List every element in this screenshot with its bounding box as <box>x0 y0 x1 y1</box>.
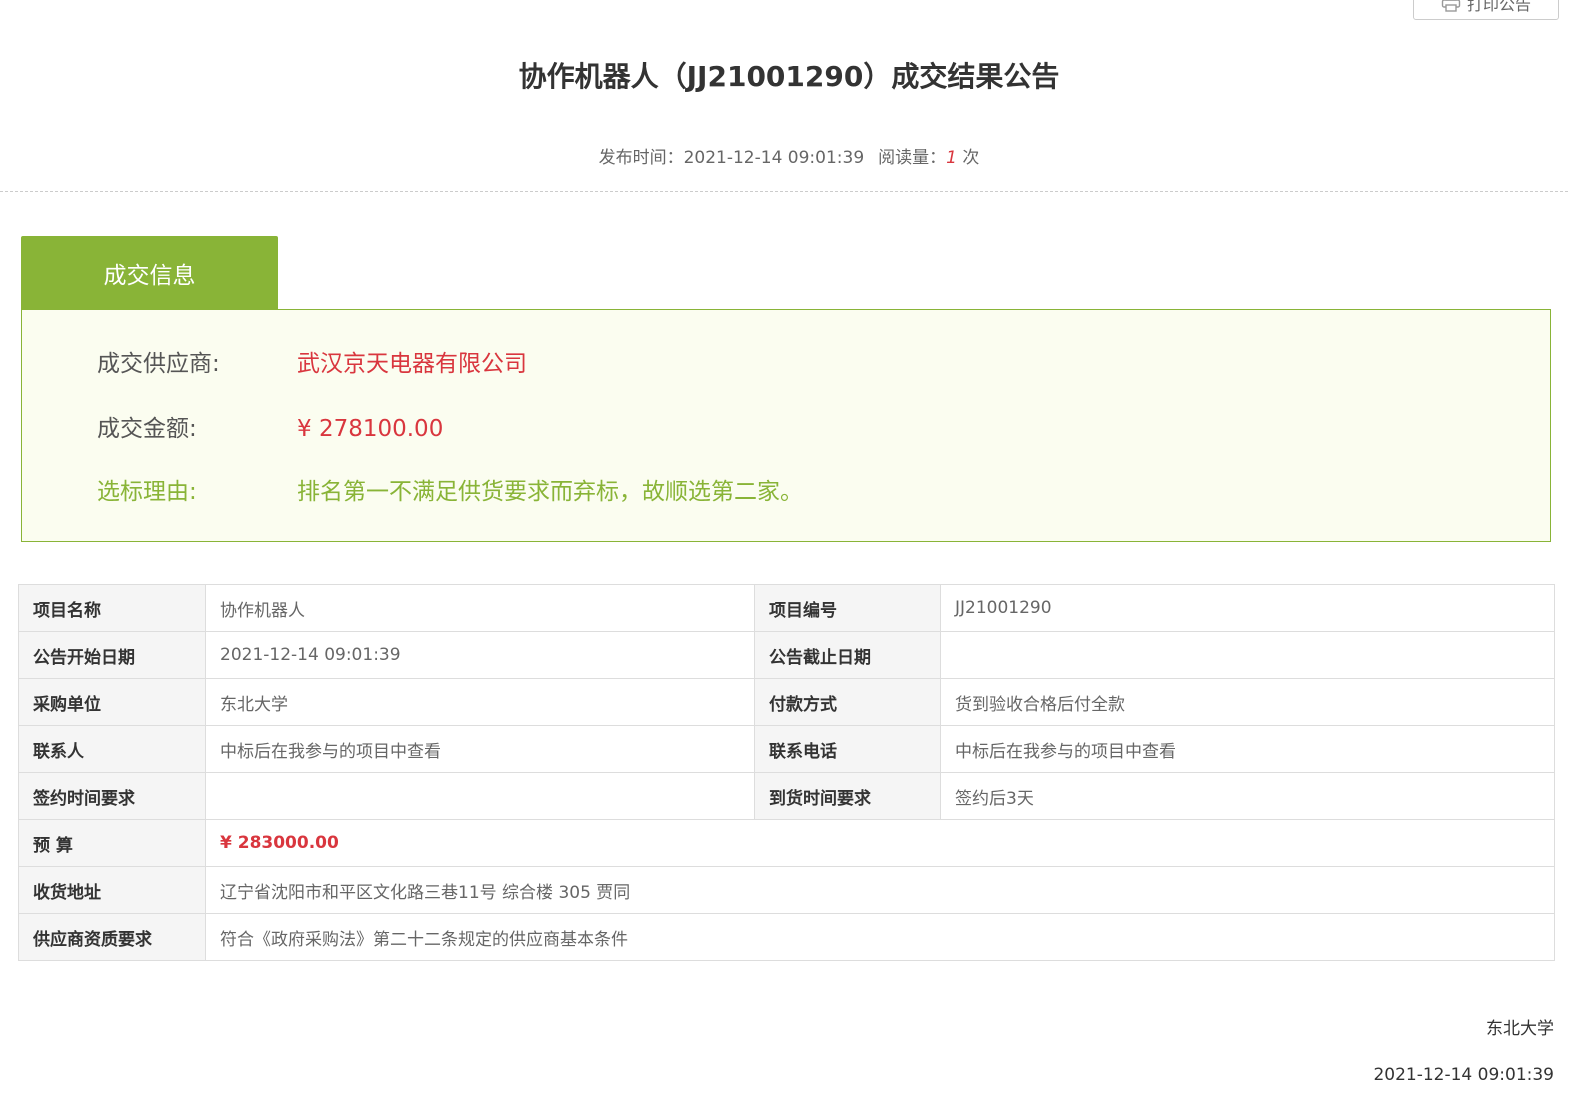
phone-label: 联系电话 <box>754 725 941 773</box>
read-count-unit: 次 <box>962 148 980 168</box>
table-row: 收货地址 辽宁省沈阳市和平区文化路三巷11号 综合楼 305 贾同 <box>18 866 1555 914</box>
print-announcement-label: 打印公告 <box>1466 0 1531 14</box>
qualification-label: 供应商资质要求 <box>18 913 206 961</box>
page-title: 协作机器人（JJ21001290）成交结果公告 <box>518 60 1060 93</box>
header-divider <box>0 191 1568 192</box>
deal-supplier-label: 成交供应商: <box>97 351 220 377</box>
deal-amount-label: 成交金额: <box>97 416 197 442</box>
deal-reason-row: 选标理由: 排名第一不满足供货要求而弃标，故顺选第二家。 <box>97 476 803 508</box>
publish-time: 2021-12-14 09:01:39 <box>683 148 865 168</box>
end-date-label: 公告截止日期 <box>754 631 941 679</box>
address-label: 收货地址 <box>18 866 206 914</box>
project-name-value: 协作机器人 <box>205 584 755 632</box>
printer-icon <box>1441 0 1461 12</box>
payment-label: 付款方式 <box>754 678 941 726</box>
read-count-label: 阅读量： <box>878 148 947 168</box>
announcement-meta: 发布时间：2021-12-14 09:01:39 阅读量：1 次 <box>0 146 1578 170</box>
budget-label: 预 算 <box>18 819 206 867</box>
deal-supplier-row: 成交供应商: 武汉京天电器有限公司 <box>97 348 527 380</box>
footer-date: 2021-12-14 09:01:39 <box>1373 1065 1554 1085</box>
buyer-value: 东北大学 <box>205 678 755 726</box>
project-details-table: 项目名称 协作机器人 项目编号 JJ21001290 公告开始日期 2021-1… <box>18 584 1555 961</box>
table-row: 供应商资质要求 符合《政府采购法》第二十二条规定的供应商基本条件 <box>18 913 1555 961</box>
start-date-label: 公告开始日期 <box>18 631 206 679</box>
deal-reason-label: 选标理由: <box>97 479 197 505</box>
deal-info-tab-label: 成交信息 <box>103 263 196 289</box>
read-count: 1 <box>946 148 957 168</box>
project-name-label: 项目名称 <box>18 584 206 632</box>
deal-amount-value: ¥ 278100.00 <box>297 416 444 442</box>
deal-supplier-value: 武汉京天电器有限公司 <box>297 351 527 377</box>
table-row: 签约时间要求 到货时间要求 签约后3天 <box>18 772 1555 820</box>
footer-organization: 东北大学 <box>1486 1019 1554 1039</box>
end-date-value <box>940 631 1555 679</box>
payment-value: 货到验收合格后付全款 <box>940 678 1555 726</box>
budget-value: ¥ 283000.00 <box>205 819 1555 867</box>
print-announcement-button[interactable]: 打印公告 <box>1413 0 1559 20</box>
phone-value: 中标后在我参与的项目中查看 <box>940 725 1555 773</box>
deal-info-tab: 成交信息 <box>21 236 278 310</box>
table-row: 采购单位 东北大学 付款方式 货到验收合格后付全款 <box>18 678 1555 726</box>
contact-value: 中标后在我参与的项目中查看 <box>205 725 755 773</box>
start-date-value: 2021-12-14 09:01:39 <box>205 631 755 679</box>
publish-time-label: 发布时间： <box>598 148 684 168</box>
sign-time-label: 签约时间要求 <box>18 772 206 820</box>
project-no-label: 项目编号 <box>754 584 941 632</box>
project-no-value: JJ21001290 <box>940 584 1555 632</box>
buyer-label: 采购单位 <box>18 678 206 726</box>
deal-amount-row: 成交金额: ¥ 278100.00 <box>97 413 443 445</box>
table-row: 联系人 中标后在我参与的项目中查看 联系电话 中标后在我参与的项目中查看 <box>18 725 1555 773</box>
qualification-value: 符合《政府采购法》第二十二条规定的供应商基本条件 <box>205 913 1555 961</box>
deal-info-panel: 成交供应商: 武汉京天电器有限公司 成交金额: ¥ 278100.00 选标理由… <box>21 309 1551 542</box>
contact-label: 联系人 <box>18 725 206 773</box>
deal-reason-value: 排名第一不满足供货要求而弃标，故顺选第二家。 <box>297 479 803 505</box>
table-row: 预 算 ¥ 283000.00 <box>18 819 1555 867</box>
table-row: 项目名称 协作机器人 项目编号 JJ21001290 <box>18 584 1555 632</box>
sign-time-value <box>205 772 755 820</box>
delivery-time-label: 到货时间要求 <box>754 772 941 820</box>
address-value: 辽宁省沈阳市和平区文化路三巷11号 综合楼 305 贾同 <box>205 866 1555 914</box>
table-row: 公告开始日期 2021-12-14 09:01:39 公告截止日期 <box>18 631 1555 679</box>
delivery-time-value: 签约后3天 <box>940 772 1555 820</box>
